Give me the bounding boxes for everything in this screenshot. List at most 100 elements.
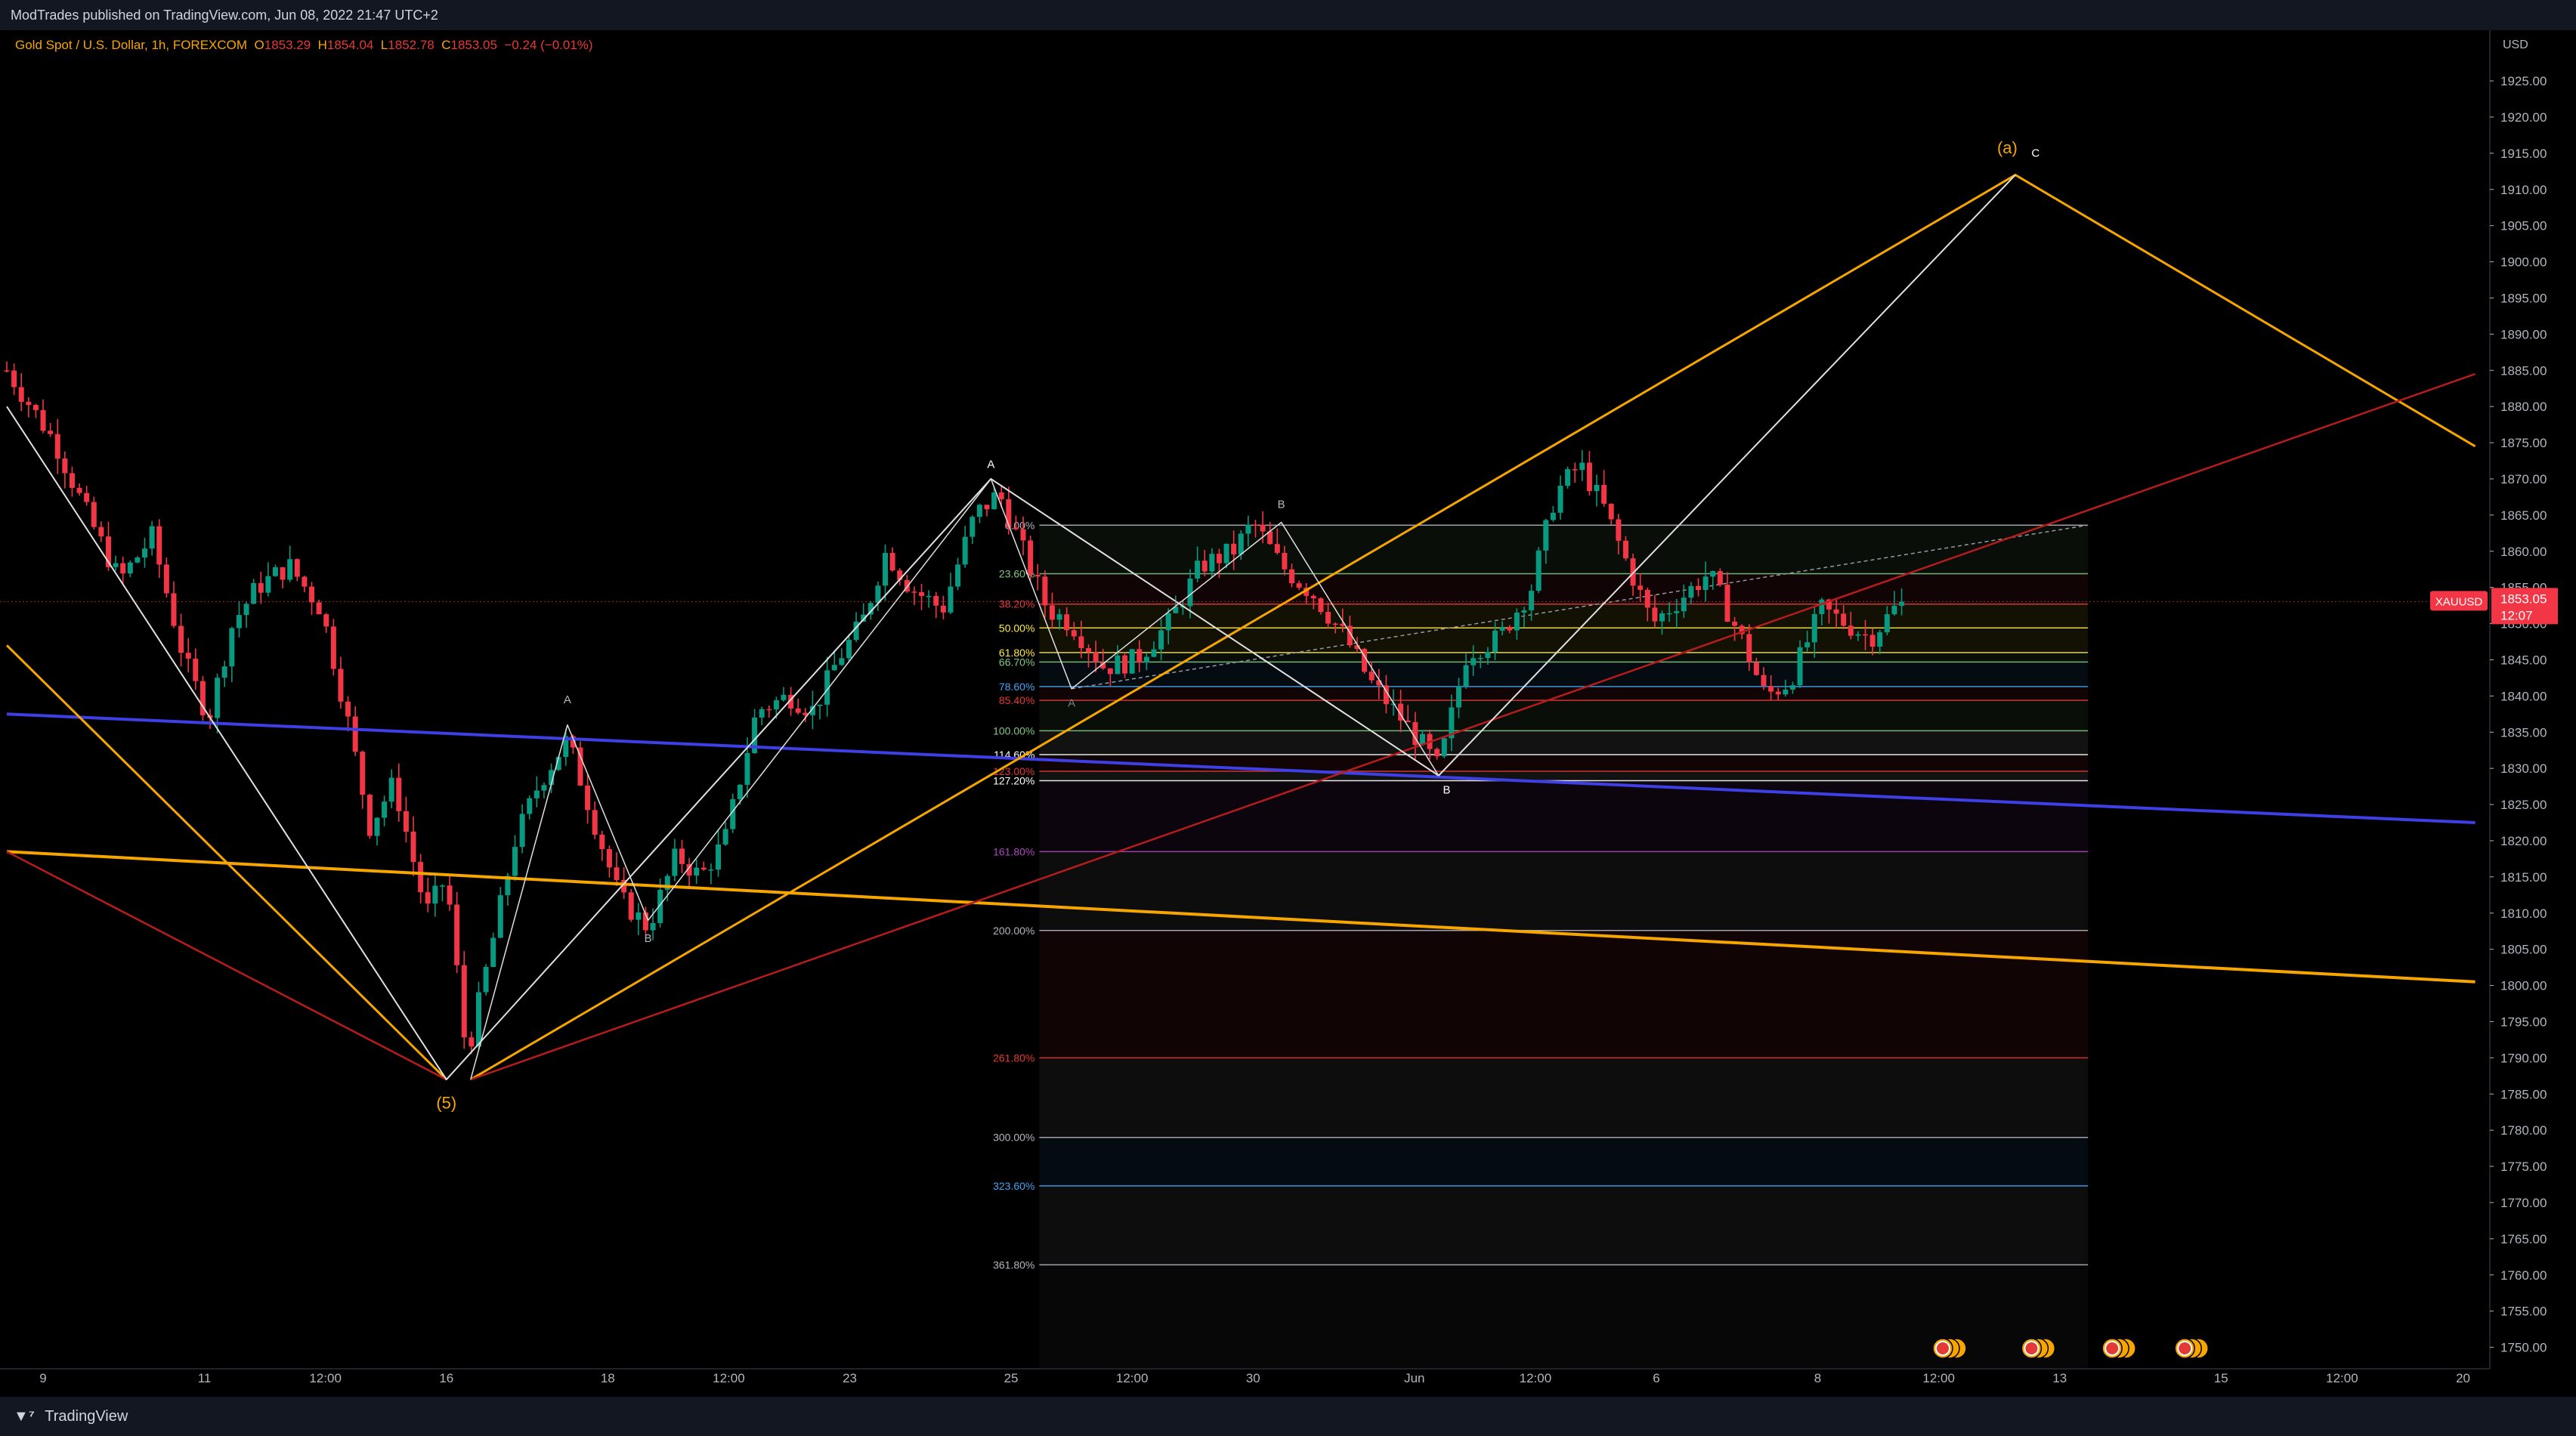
candle[interactable] bbox=[142, 548, 148, 557]
candle[interactable] bbox=[4, 370, 10, 372]
candle[interactable] bbox=[388, 777, 394, 802]
candle[interactable] bbox=[302, 576, 308, 587]
candle[interactable] bbox=[251, 582, 257, 604]
candle[interactable] bbox=[1223, 543, 1229, 564]
candle[interactable] bbox=[272, 567, 278, 576]
candle[interactable] bbox=[410, 832, 416, 863]
candle[interactable] bbox=[1115, 655, 1121, 675]
candle[interactable] bbox=[1165, 613, 1171, 631]
candle[interactable] bbox=[178, 625, 184, 653]
candle[interactable] bbox=[98, 527, 104, 537]
candle[interactable] bbox=[1789, 685, 1795, 690]
candle[interactable] bbox=[352, 716, 358, 752]
candle[interactable] bbox=[483, 966, 489, 993]
candle[interactable] bbox=[287, 559, 293, 580]
candle[interactable] bbox=[1143, 656, 1149, 663]
candle[interactable] bbox=[215, 678, 221, 718]
candle[interactable] bbox=[1296, 583, 1302, 588]
candle[interactable] bbox=[722, 829, 728, 845]
candle[interactable] bbox=[708, 869, 714, 871]
candle[interactable] bbox=[737, 784, 743, 799]
candle[interactable] bbox=[1093, 652, 1099, 662]
candle[interactable] bbox=[18, 387, 24, 402]
candle[interactable] bbox=[461, 965, 467, 1038]
candle[interactable] bbox=[193, 658, 199, 681]
candle[interactable] bbox=[1586, 462, 1592, 492]
candle[interactable] bbox=[149, 526, 155, 549]
candle[interactable] bbox=[1086, 648, 1092, 653]
candle[interactable] bbox=[1274, 544, 1280, 553]
candle[interactable] bbox=[1216, 554, 1222, 564]
candle[interactable] bbox=[650, 922, 656, 931]
candle[interactable] bbox=[1282, 552, 1288, 570]
candle[interactable] bbox=[1848, 625, 1854, 636]
candle[interactable] bbox=[773, 699, 779, 710]
candle[interactable] bbox=[744, 752, 750, 785]
candle[interactable] bbox=[795, 708, 801, 713]
candle[interactable] bbox=[628, 892, 634, 920]
event-flag-icon[interactable] bbox=[2177, 1341, 2193, 1356]
candle[interactable] bbox=[120, 563, 126, 574]
time-axis[interactable] bbox=[0, 1369, 2576, 1397]
candle[interactable] bbox=[911, 591, 917, 593]
candle[interactable] bbox=[1071, 630, 1077, 637]
candle[interactable] bbox=[1594, 484, 1600, 492]
candle[interactable] bbox=[280, 567, 286, 580]
candle[interactable] bbox=[759, 709, 765, 718]
candle[interactable] bbox=[1681, 598, 1687, 612]
tradingview-logo-icon[interactable]: ▼⁷ bbox=[14, 1408, 35, 1425]
candle[interactable] bbox=[439, 885, 445, 887]
candle[interactable] bbox=[592, 810, 598, 835]
candle[interactable] bbox=[1717, 571, 1723, 585]
candle[interactable] bbox=[1608, 503, 1614, 520]
candle[interactable] bbox=[26, 401, 32, 406]
candle[interactable] bbox=[519, 814, 525, 848]
candle[interactable] bbox=[1768, 686, 1774, 692]
candle[interactable] bbox=[236, 615, 242, 628]
candle[interactable] bbox=[1899, 601, 1905, 607]
candle[interactable] bbox=[1884, 614, 1890, 633]
candle[interactable] bbox=[91, 502, 97, 527]
candle[interactable] bbox=[338, 669, 344, 702]
candle[interactable] bbox=[1804, 642, 1811, 647]
candle[interactable] bbox=[1260, 524, 1266, 532]
candle[interactable] bbox=[396, 777, 402, 811]
candle[interactable] bbox=[1855, 634, 1861, 636]
candle[interactable] bbox=[1579, 462, 1585, 471]
candle[interactable] bbox=[1863, 634, 1869, 636]
candle[interactable] bbox=[1158, 630, 1164, 650]
candle[interactable] bbox=[323, 614, 329, 627]
candle[interactable] bbox=[1869, 635, 1876, 647]
candle[interactable] bbox=[1761, 675, 1767, 687]
candle[interactable] bbox=[1441, 738, 1447, 757]
candle[interactable] bbox=[889, 552, 895, 571]
candle[interactable] bbox=[1775, 691, 1781, 695]
candle[interactable] bbox=[1572, 469, 1578, 471]
candle[interactable] bbox=[541, 785, 547, 791]
candle[interactable] bbox=[694, 867, 700, 875]
candle[interactable] bbox=[533, 790, 540, 798]
candle[interactable] bbox=[1056, 614, 1062, 620]
candle[interactable] bbox=[1318, 598, 1324, 613]
candle[interactable] bbox=[1034, 575, 1041, 577]
candle[interactable] bbox=[69, 473, 75, 488]
candle[interactable] bbox=[1753, 662, 1759, 675]
candle[interactable] bbox=[1405, 720, 1411, 722]
candle[interactable] bbox=[40, 409, 46, 431]
candle[interactable] bbox=[48, 431, 54, 434]
candle[interactable] bbox=[243, 604, 249, 616]
candle[interactable] bbox=[599, 834, 605, 850]
candle[interactable] bbox=[976, 505, 982, 517]
candle[interactable] bbox=[1507, 626, 1513, 631]
candle[interactable] bbox=[1049, 605, 1055, 620]
candle[interactable] bbox=[527, 798, 533, 814]
price-chart[interactable]: 0.00%23.60%38.20%50.00%61.80%66.70%78.60… bbox=[0, 30, 2576, 1397]
candle[interactable] bbox=[1601, 484, 1607, 504]
candle[interactable] bbox=[360, 752, 366, 795]
candle[interactable] bbox=[1514, 612, 1520, 631]
candle[interactable] bbox=[1078, 636, 1084, 649]
candle[interactable] bbox=[490, 937, 496, 967]
candle[interactable] bbox=[1877, 632, 1883, 647]
candle[interactable] bbox=[1644, 589, 1650, 608]
candle[interactable] bbox=[1659, 613, 1665, 622]
